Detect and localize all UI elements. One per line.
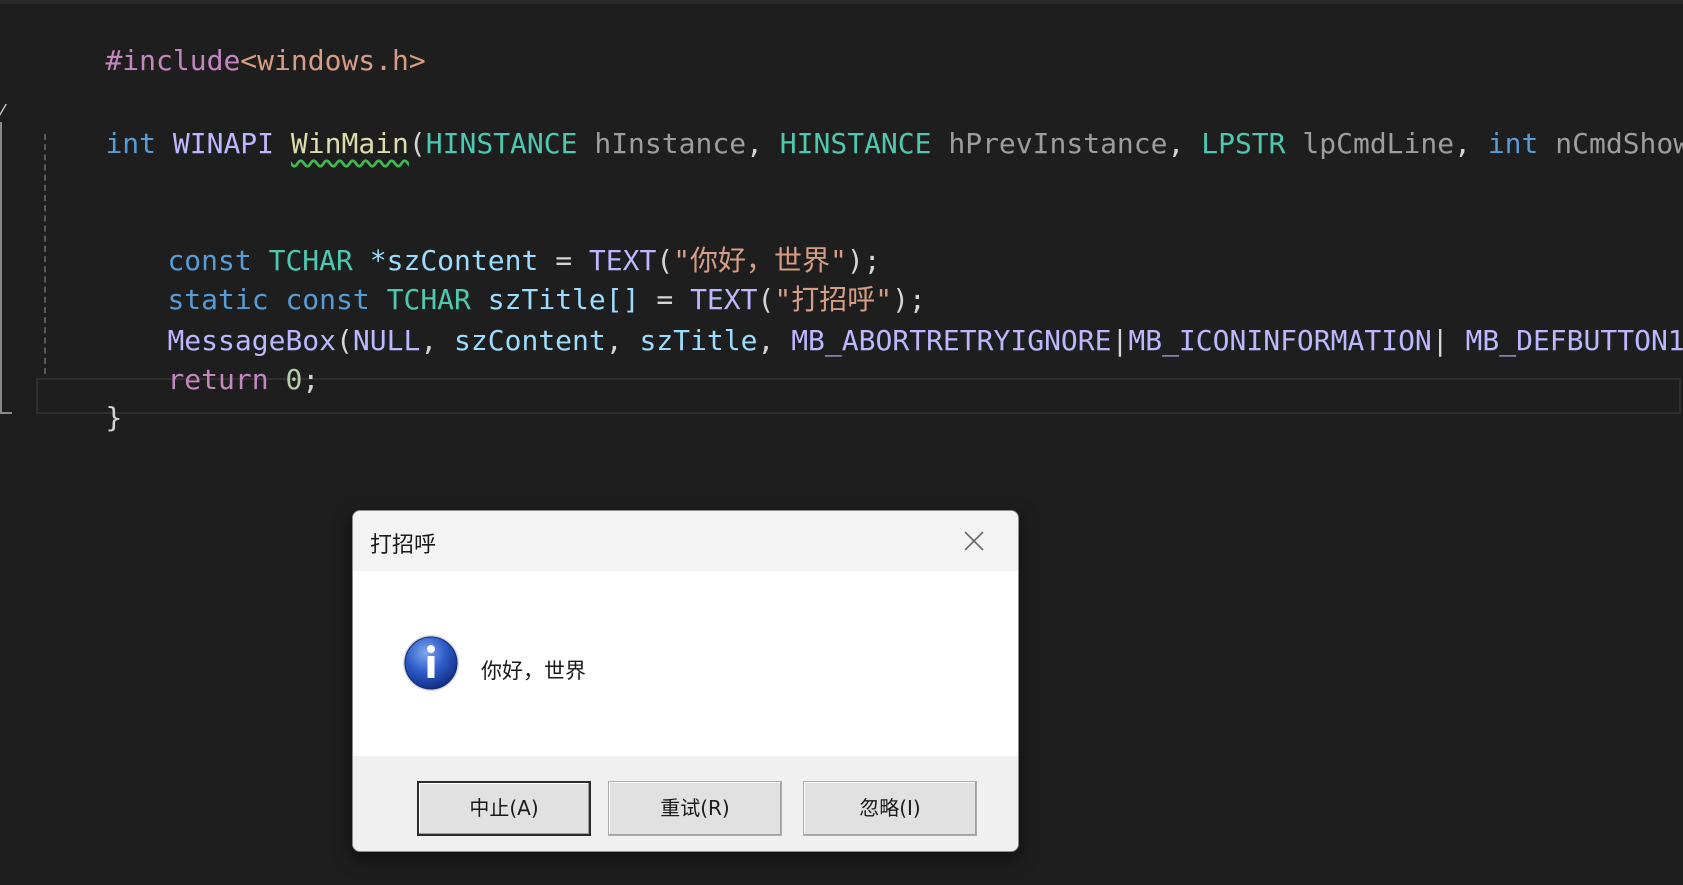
macro-mb-iconinformation: MB_ICONINFORMATION: [1128, 324, 1432, 357]
semicolon: ;: [302, 363, 320, 396]
comma: ,: [1454, 127, 1471, 160]
keyword-return: return: [167, 363, 269, 396]
code-line-7[interactable]: }: [38, 361, 122, 434]
keyword-int: int: [105, 127, 157, 160]
comma: ,: [1167, 127, 1185, 160]
message-box-dialog: 打招呼 你好，世界 中止(A) 重试(R) 忽略(I): [352, 510, 1019, 852]
fold-range-end: [0, 412, 12, 414]
paren-open: (: [408, 127, 426, 160]
dialog-titlebar[interactable]: 打招呼: [353, 511, 1018, 571]
operator-or: |: [1431, 324, 1449, 357]
code-line-2[interactable]: int WINAPI WinMain(HINSTANCE hInstance, …: [38, 87, 1683, 160]
paren-open: (: [336, 324, 353, 357]
comma: ,: [420, 324, 438, 357]
keyword-int: int: [1487, 127, 1539, 160]
macro-mb-abortretryignore: MB_ABORTRETRYIGNORE: [791, 324, 1112, 357]
code-line-4[interactable]: static const TCHAR szTitle[] = TEXT("打招呼…: [100, 243, 925, 316]
comma: ,: [746, 127, 763, 160]
retry-button[interactable]: 重试(R): [608, 781, 782, 836]
param-lpcmdline: lpCmdLine: [1302, 127, 1455, 160]
preprocessor-directive: #include: [105, 44, 241, 77]
macro-winapi: WINAPI: [172, 127, 275, 160]
param-ncmdshow: nCmdShow: [1555, 127, 1683, 160]
abort-button[interactable]: 中止(A): [417, 781, 591, 836]
code-line-6[interactable]: return 0;: [100, 323, 319, 396]
macro-mb-defbutton1: MB_DEFBUTTON1: [1465, 324, 1683, 357]
include-header: <windows.h>: [240, 44, 426, 77]
ignore-button[interactable]: 忽略(I): [803, 781, 977, 836]
dialog-title: 打招呼: [370, 533, 437, 558]
fold-range-bar: [0, 122, 2, 414]
dialog-body: 你好，世界: [353, 571, 1018, 756]
param-hinstance: hInstance: [594, 127, 747, 160]
comma: ,: [757, 324, 775, 357]
code-line-3[interactable]: const TCHAR *szContent = TEXT("你好，世界");: [100, 204, 880, 277]
dialog-message: 你好，世界: [481, 659, 586, 683]
type-hinstance: HINSTANCE: [425, 127, 578, 160]
arg-sztitle: szTitle: [639, 324, 758, 357]
type-hinstance: HINSTANCE: [779, 127, 932, 160]
number-literal: 0: [285, 363, 303, 396]
fold-toggle-icon[interactable]: ⁄: [0, 100, 3, 124]
macro-null: NULL: [352, 324, 421, 357]
type-lpstr: LPSTR: [1201, 127, 1286, 160]
function-winmain: WinMain: [290, 127, 409, 160]
param-hprevinstance: hPrevInstance: [948, 127, 1168, 160]
brace-close: }: [105, 401, 123, 434]
comma: ,: [605, 324, 623, 357]
code-line-5[interactable]: MessageBox(NULL, szContent, szTitle, MB_…: [100, 284, 1683, 357]
arg-szcontent: szContent: [454, 324, 606, 357]
close-icon[interactable]: [958, 525, 990, 557]
operator-or: |: [1111, 324, 1129, 357]
information-icon: [401, 633, 461, 697]
dialog-button-bar: 中止(A) 重试(R) 忽略(I): [353, 756, 1018, 851]
code-line-1[interactable]: #include<windows.h>: [38, 4, 425, 77]
